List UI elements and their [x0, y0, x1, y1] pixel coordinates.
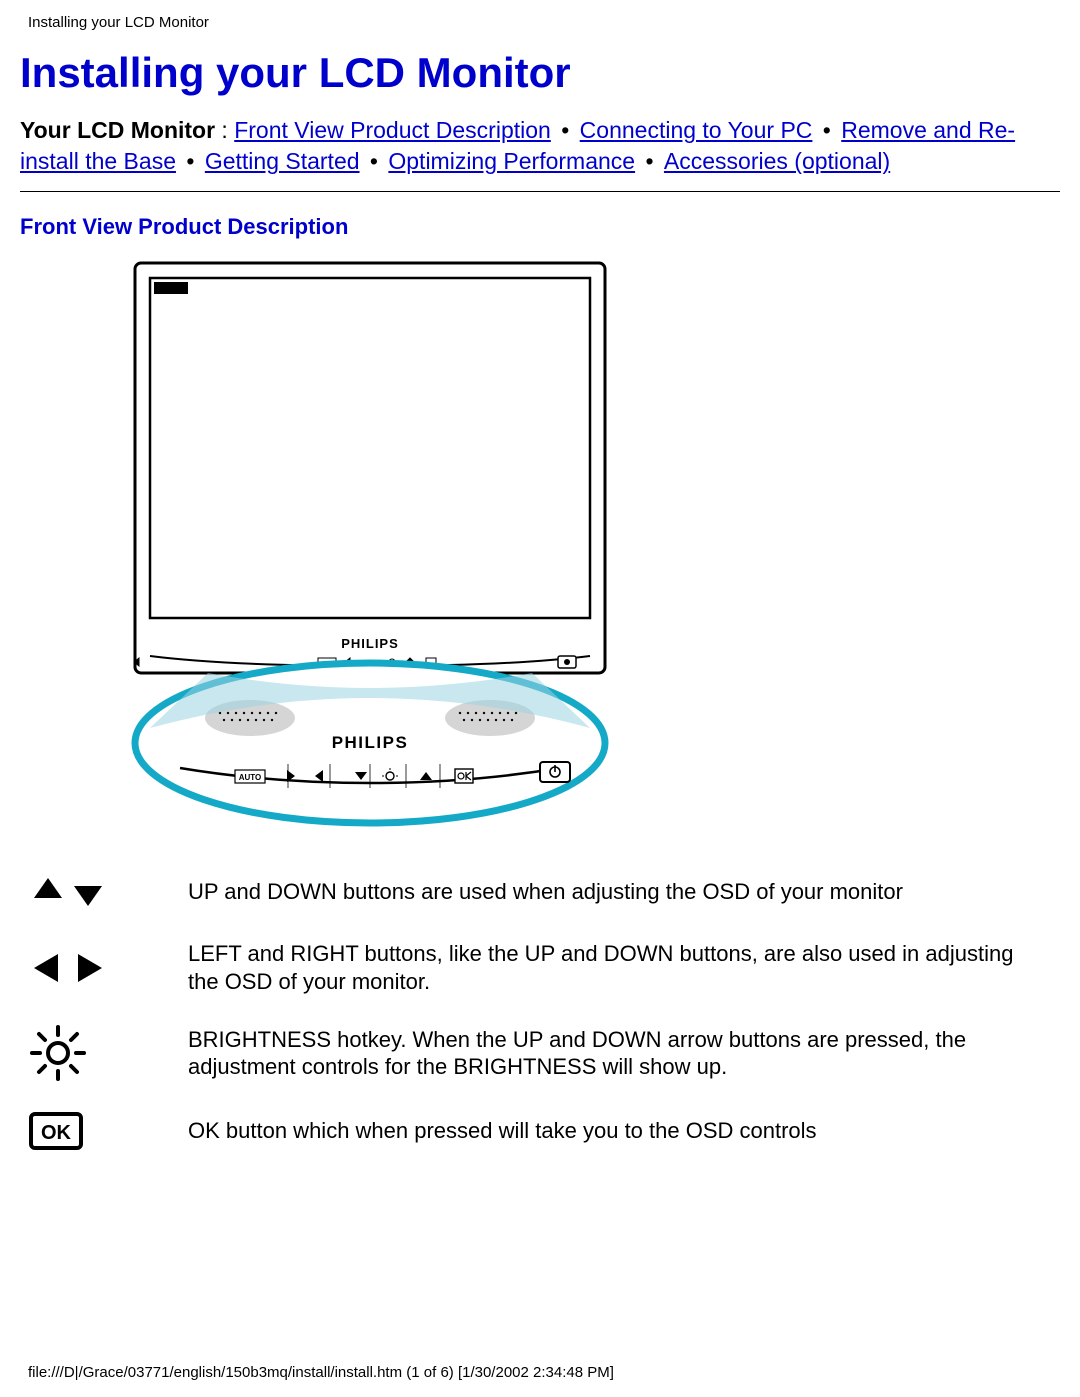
left-right-icon — [28, 948, 108, 988]
monitor-figure: PHILIPS — [0, 258, 1080, 828]
section-heading: Front View Product Description — [20, 214, 1080, 240]
intro-paragraph: Your LCD Monitor : Front View Product De… — [20, 115, 1060, 177]
legend-desc: UP and DOWN buttons are used when adjust… — [178, 858, 1060, 926]
intro-label: Your LCD Monitor — [20, 117, 215, 143]
link-connecting[interactable]: Connecting to Your PC — [580, 117, 813, 143]
page-title: Installing your LCD Monitor — [20, 49, 1080, 97]
header-doc-title: Installing your LCD Monitor — [0, 0, 1080, 31]
legend-desc: OK button which when pressed will take y… — [178, 1097, 1060, 1165]
legend-row-brightness: BRIGHTNESS hotkey. When the UP and DOWN … — [20, 1009, 1060, 1097]
bullet-separator: • — [635, 148, 664, 174]
brand-label-top: PHILIPS — [341, 636, 399, 651]
legend-table: UP and DOWN buttons are used when adjust… — [20, 858, 1060, 1165]
intro-colon: : — [215, 117, 234, 143]
link-getting-started[interactable]: Getting Started — [205, 148, 360, 174]
legend-row-updown: UP and DOWN buttons are used when adjust… — [20, 858, 1060, 926]
up-down-icon — [28, 872, 108, 912]
bullet-separator: • — [812, 117, 841, 143]
legend-desc: BRIGHTNESS hotkey. When the UP and DOWN … — [178, 1009, 1060, 1097]
auto-button-label: AUTO — [239, 773, 262, 782]
footer-file-path: file:///D|/Grace/03771/english/150b3mq/i… — [28, 1364, 614, 1381]
link-accessories[interactable]: Accessories (optional) — [664, 148, 890, 174]
brand-label-zoom: PHILIPS — [332, 733, 409, 752]
horizontal-rule — [20, 191, 1060, 192]
document-page: Installing your LCD Monitor Installing y… — [0, 0, 1080, 1397]
bullet-separator: • — [176, 148, 205, 174]
link-front-view[interactable]: Front View Product Description — [234, 117, 551, 143]
svg-text:OK: OK — [41, 1122, 72, 1144]
bullet-separator: • — [360, 148, 389, 174]
link-optimizing[interactable]: Optimizing Performance — [388, 148, 635, 174]
legend-row-leftright: LEFT and RIGHT buttons, like the UP and … — [20, 926, 1060, 1009]
monitor-illustration-svg: PHILIPS — [120, 258, 620, 828]
bullet-separator: • — [551, 117, 580, 143]
legend-desc: LEFT and RIGHT buttons, like the UP and … — [178, 926, 1060, 1009]
brightness-icon — [28, 1023, 88, 1083]
ok-icon: OK — [28, 1111, 84, 1151]
legend-row-ok: OK OK button which when pressed will tak… — [20, 1097, 1060, 1165]
